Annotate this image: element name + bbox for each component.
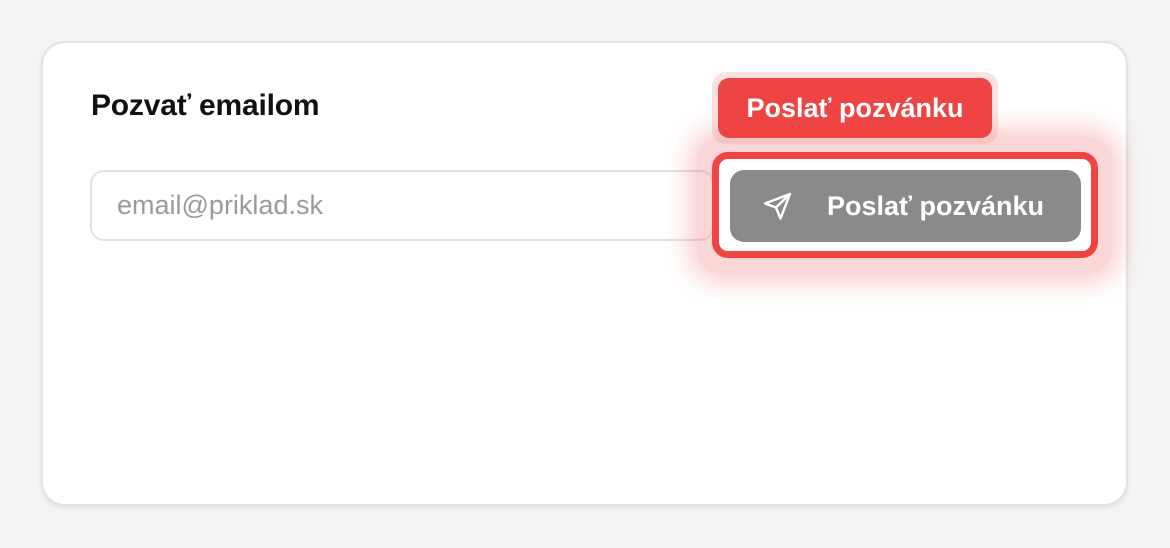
tooltip-label: Poslať pozvánku: [718, 78, 992, 138]
page: Pozvať emailom Poslať pozvánku Poslať po…: [0, 0, 1170, 548]
email-input[interactable]: [90, 170, 714, 241]
tooltip: Poslať pozvánku: [712, 72, 998, 144]
send-invite-button[interactable]: Poslať pozvánku: [730, 170, 1081, 242]
card-title: Pozvať emailom: [91, 89, 320, 122]
send-icon: [762, 190, 794, 222]
send-button-label: Poslať pozvánku: [827, 190, 1044, 221]
